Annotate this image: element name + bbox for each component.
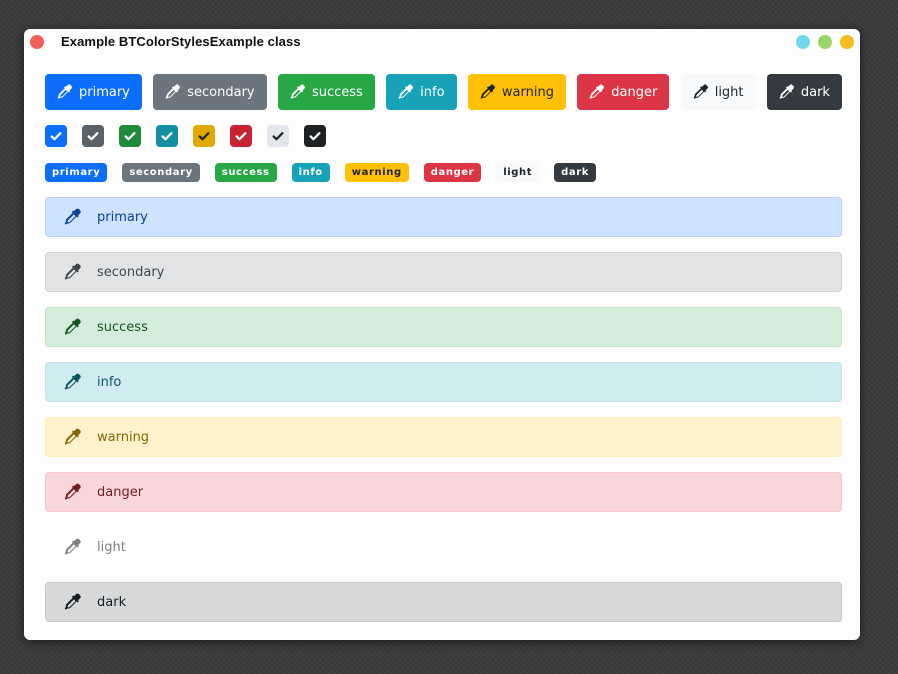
button-label: primary: [79, 84, 130, 100]
alert-label: danger: [97, 484, 144, 500]
window-title: Example BTColorStylesExample class: [61, 34, 301, 49]
button-label: light: [714, 84, 744, 100]
check-icon: [123, 129, 137, 143]
check-icon: [271, 129, 285, 143]
alert-label: primary: [97, 209, 148, 225]
info-checkbox[interactable]: [156, 125, 178, 147]
eyedropper-icon: [64, 428, 97, 446]
light-alert: light: [45, 527, 842, 567]
primary-alert: primary: [45, 197, 842, 237]
success-button[interactable]: success: [277, 74, 375, 110]
alert-list: primary secondary success info warning danger…: [45, 197, 842, 637]
window-controls: [796, 35, 854, 49]
primary-checkbox[interactable]: [45, 125, 67, 147]
window-control-yellow-button[interactable]: [840, 35, 854, 49]
eyedropper-icon: [64, 263, 97, 281]
info-button[interactable]: info: [386, 74, 457, 110]
success-badge: success: [214, 163, 277, 182]
title-bar: Example BTColorStylesExample class: [24, 29, 860, 55]
eyedropper-icon: [64, 538, 97, 556]
danger-alert: danger: [45, 472, 842, 512]
danger-badge: danger: [423, 163, 482, 182]
alert-label: info: [97, 374, 122, 390]
check-icon: [160, 129, 174, 143]
check-icon: [197, 129, 211, 143]
eyedropper-icon: [64, 318, 97, 336]
alert-label: secondary: [97, 264, 165, 280]
dark-badge: dark: [554, 163, 597, 182]
alert-label: light: [97, 539, 126, 555]
info-alert: info: [45, 362, 842, 402]
secondary-badge: secondary: [122, 163, 200, 182]
secondary-checkbox[interactable]: [82, 125, 104, 147]
eyedropper-icon: [64, 483, 97, 501]
badge-row: primary secondary success info warning danger…: [45, 163, 597, 182]
eyedropper-icon: [589, 84, 605, 100]
button-label: dark: [800, 84, 830, 100]
warning-checkbox[interactable]: [193, 125, 215, 147]
light-button[interactable]: light: [680, 74, 756, 110]
secondary-button[interactable]: secondary: [153, 74, 267, 110]
dark-alert: dark: [45, 582, 842, 622]
danger-checkbox[interactable]: [230, 125, 252, 147]
eyedropper-icon: [64, 208, 97, 226]
danger-button[interactable]: danger: [577, 74, 670, 110]
window-control-green-button[interactable]: [818, 35, 832, 49]
app-window: Example BTColorStylesExample class prima…: [24, 29, 860, 640]
check-icon: [308, 129, 322, 143]
eyedropper-icon: [57, 84, 73, 100]
checkbox-row: [45, 125, 326, 147]
button-label: danger: [611, 84, 658, 100]
alert-label: warning: [97, 429, 150, 445]
check-icon: [49, 129, 63, 143]
check-icon: [234, 129, 248, 143]
button-label: secondary: [187, 84, 255, 100]
eyedropper-icon: [64, 593, 97, 611]
eyedropper-icon: [480, 84, 496, 100]
dark-button[interactable]: dark: [766, 74, 842, 110]
success-alert: success: [45, 307, 842, 347]
window-control-cyan-button[interactable]: [796, 35, 810, 49]
light-checkbox[interactable]: [267, 125, 289, 147]
light-badge: light: [496, 163, 540, 182]
eyedropper-icon: [779, 84, 795, 100]
secondary-alert: secondary: [45, 252, 842, 292]
warning-alert: warning: [45, 417, 842, 457]
alert-label: success: [97, 319, 148, 335]
alert-label: dark: [97, 594, 127, 610]
button-label: info: [420, 84, 445, 100]
check-icon: [86, 129, 100, 143]
eyedropper-icon: [165, 84, 181, 100]
eyedropper-icon: [693, 84, 709, 100]
dark-checkbox[interactable]: [304, 125, 326, 147]
eyedropper-icon: [398, 84, 414, 100]
button-label: warning: [501, 84, 554, 100]
warning-badge: warning: [344, 163, 409, 182]
eyedropper-icon: [290, 84, 306, 100]
warning-button[interactable]: warning: [467, 74, 566, 110]
button-label: success: [311, 84, 363, 100]
button-row: primary secondary success info warning danger…: [45, 74, 842, 110]
primary-button[interactable]: primary: [45, 74, 142, 110]
primary-badge: primary: [45, 163, 108, 182]
eyedropper-icon: [64, 373, 97, 391]
info-badge: info: [291, 163, 330, 182]
success-checkbox[interactable]: [119, 125, 141, 147]
close-window-button[interactable]: [30, 35, 44, 49]
